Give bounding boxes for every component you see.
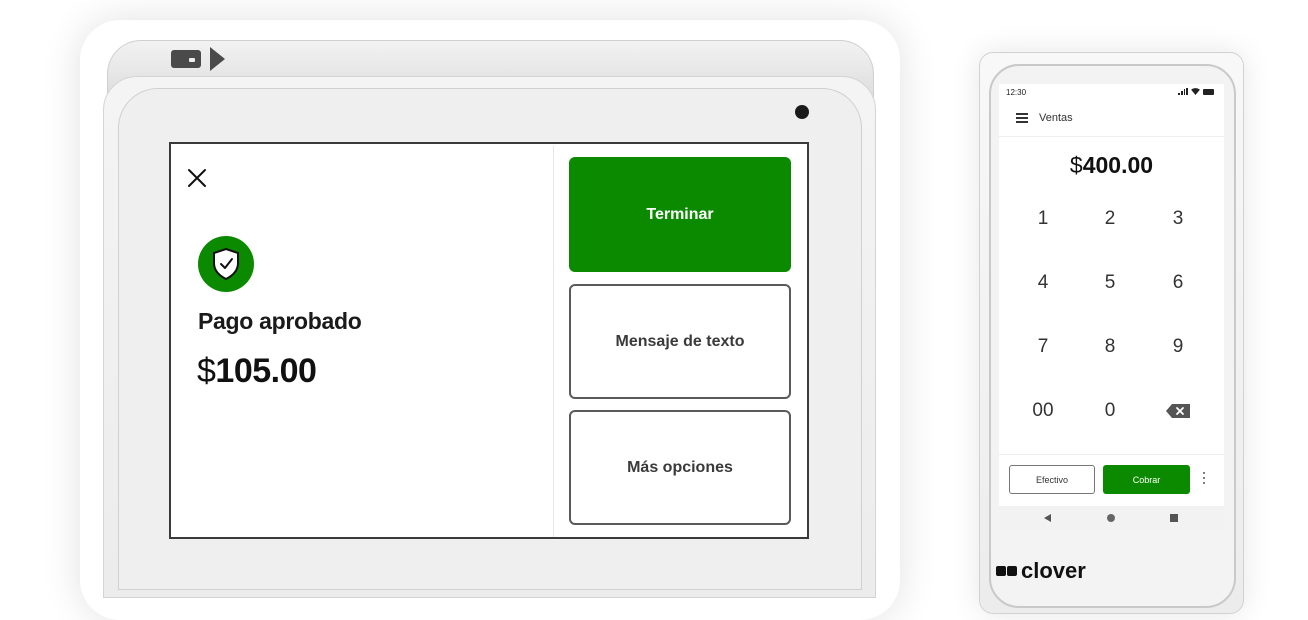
payment-status-title: Pago aprobado bbox=[198, 308, 362, 334]
approved-badge bbox=[198, 236, 254, 292]
screen-divider bbox=[553, 146, 554, 537]
status-bar: 12:30 bbox=[999, 84, 1224, 102]
key-7[interactable]: 7 bbox=[1013, 327, 1073, 367]
key-8[interactable]: 8 bbox=[1080, 327, 1140, 367]
key-9[interactable]: 9 bbox=[1148, 327, 1208, 367]
key-1[interactable]: 1 bbox=[1013, 199, 1073, 239]
camera-icon bbox=[795, 105, 809, 119]
amount-value: 105.00 bbox=[215, 352, 317, 390]
amount-value: 400.00 bbox=[1082, 152, 1154, 178]
brand-logo: clover bbox=[996, 558, 1086, 584]
currency-symbol: $ bbox=[1069, 152, 1083, 178]
phone-action-bar: Efectivo Cobrar bbox=[999, 454, 1224, 505]
finish-button[interactable]: Terminar bbox=[569, 157, 791, 272]
nav-back-icon[interactable] bbox=[1044, 514, 1051, 522]
brand-name: clover bbox=[1021, 558, 1086, 583]
close-button[interactable] bbox=[185, 166, 209, 190]
card-slot-icon bbox=[171, 50, 201, 68]
status-icons bbox=[1178, 88, 1214, 95]
menu-icon[interactable] bbox=[1016, 113, 1028, 123]
nav-recent-icon[interactable] bbox=[1170, 514, 1178, 522]
close-icon bbox=[188, 169, 206, 187]
phone-screen: 12:30 Ventas $400.00 1 2 3 4 5 6 7 8 9 0… bbox=[999, 84, 1224, 530]
clover-logo-icon bbox=[996, 566, 1017, 576]
battery-icon bbox=[1203, 88, 1214, 95]
key-2[interactable]: 2 bbox=[1080, 199, 1140, 239]
key-00[interactable]: 00 bbox=[1013, 391, 1073, 431]
charge-button[interactable]: Cobrar bbox=[1103, 465, 1190, 494]
key-6[interactable]: 6 bbox=[1148, 263, 1208, 303]
more-options-button[interactable]: Más opciones bbox=[569, 410, 791, 525]
payment-amount: $105.00 bbox=[197, 352, 317, 391]
card-insert-arrow-icon bbox=[210, 47, 225, 71]
status-time: 12:30 bbox=[1006, 88, 1027, 97]
sale-amount: $400.00 bbox=[999, 152, 1224, 179]
cash-button[interactable]: Efectivo bbox=[1009, 465, 1095, 494]
wifi-icon bbox=[1191, 88, 1200, 95]
android-nav-bar bbox=[999, 506, 1224, 530]
more-vert-icon[interactable] bbox=[1202, 472, 1206, 486]
key-0[interactable]: 0 bbox=[1080, 391, 1140, 431]
app-title: Ventas bbox=[1039, 112, 1073, 124]
key-4[interactable]: 4 bbox=[1013, 263, 1073, 303]
nav-home-icon[interactable] bbox=[1107, 514, 1115, 522]
sms-receipt-button[interactable]: Mensaje de texto bbox=[569, 284, 791, 399]
signal-icon bbox=[1178, 88, 1188, 95]
currency-symbol: $ bbox=[197, 352, 216, 390]
backspace-key[interactable] bbox=[1148, 391, 1208, 431]
shield-check-icon bbox=[213, 247, 239, 281]
key-5[interactable]: 5 bbox=[1080, 263, 1140, 303]
backspace-icon bbox=[1166, 404, 1190, 418]
key-3[interactable]: 3 bbox=[1148, 199, 1208, 239]
app-bar: Ventas bbox=[999, 102, 1224, 137]
